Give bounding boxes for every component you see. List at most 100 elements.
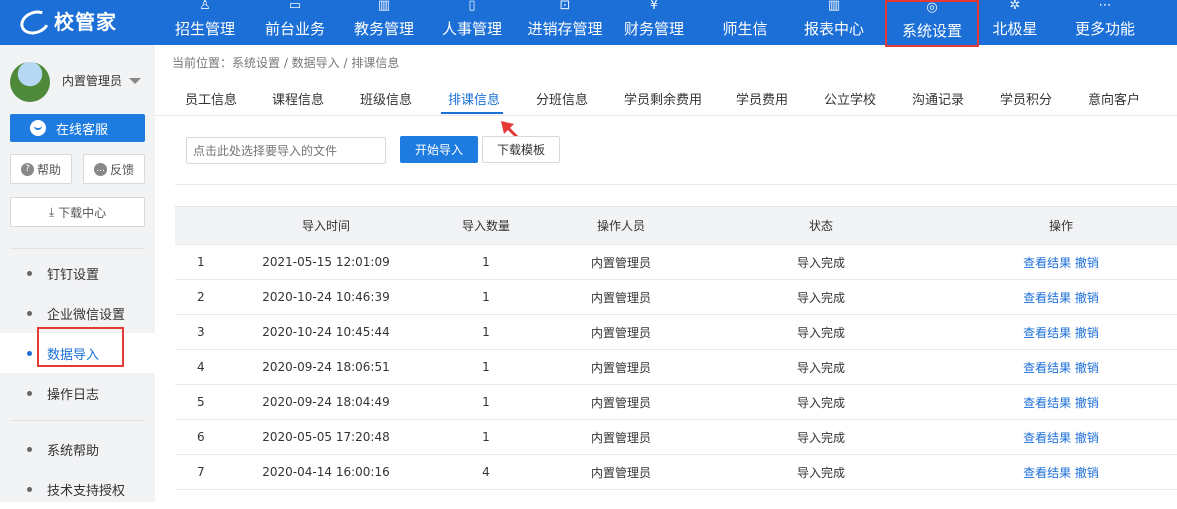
start-import-button[interactable]: 开始导入: [400, 136, 478, 163]
feedback-icon: …: [93, 162, 107, 176]
undo-link[interactable]: 撤销: [1075, 431, 1099, 445]
tab-points[interactable]: 学员积分: [1000, 89, 1052, 108]
undo-link[interactable]: 撤销: [1075, 326, 1099, 340]
download-template-button[interactable]: 下载模板: [482, 136, 560, 163]
book-icon: ▥: [377, 0, 391, 13]
bullet-icon: [27, 446, 32, 452]
sidebar-item-system-help[interactable]: 系统帮助: [0, 429, 155, 469]
undo-link[interactable]: 撤销: [1075, 291, 1099, 305]
import-time: 2020-04-14 16:00:16: [225, 454, 427, 490]
tab-class-assignment[interactable]: 分班信息: [536, 89, 588, 108]
import-count: 4: [427, 454, 545, 490]
nav-item-front-desk[interactable]: ▭ 前台业务: [255, 0, 335, 45]
column-header-operator: 操作人员: [545, 206, 697, 245]
tab-schedule[interactable]: 排课信息: [448, 89, 500, 108]
tab-prospects[interactable]: 意向客户: [1088, 89, 1140, 108]
nav-item-messaging[interactable]: 师生信: [706, 0, 784, 45]
import-time: 2020-10-24 10:46:39: [225, 279, 427, 315]
sidebar: 内置管理员 在线客服 ? 帮助 … 反馈 ⤓ 下载中心 钉钉设置 企业微信设置 …: [0, 45, 155, 502]
undo-link[interactable]: 撤销: [1075, 396, 1099, 410]
undo-link[interactable]: 撤销: [1075, 361, 1099, 375]
undo-link[interactable]: 撤销: [1075, 256, 1099, 270]
username[interactable]: 内置管理员: [62, 72, 122, 89]
view-result-link[interactable]: 查看结果: [1023, 256, 1071, 270]
tab-classes[interactable]: 班级信息: [360, 89, 412, 108]
avatar[interactable]: [10, 62, 50, 102]
bullet-icon: [27, 350, 32, 356]
star-icon: ✲: [1009, 0, 1021, 13]
operator: 内置管理员: [545, 454, 697, 490]
tab-remaining-fees[interactable]: 学员剩余费用: [624, 89, 702, 108]
operator: 内置管理员: [545, 384, 697, 420]
chevron-down-icon[interactable]: [129, 78, 141, 84]
row-index: 1: [175, 244, 225, 280]
tab-courses[interactable]: 课程信息: [272, 89, 324, 108]
nav-item-recruitment[interactable]: ♙ 招生管理: [165, 0, 245, 45]
sidebar-item-tech-support[interactable]: 技术支持授权: [0, 469, 155, 509]
nav-item-hr[interactable]: ▯ 人事管理: [432, 0, 512, 45]
import-history-table: 导入时间 导入数量 操作人员 状态 操作 1 2021-05-15 12:01:…: [175, 206, 1177, 490]
import-time: 2021-05-15 12:01:09: [225, 244, 427, 280]
view-result-link[interactable]: 查看结果: [1023, 466, 1071, 480]
column-header-actions: 操作: [945, 206, 1177, 245]
tab-communication[interactable]: 沟通记录: [912, 89, 964, 108]
tab-staff[interactable]: 员工信息: [185, 89, 237, 108]
table-row: 1 2021-05-15 12:01:09 1 内置管理员 导入完成 查看结果 …: [175, 244, 1177, 280]
online-service-button[interactable]: 在线客服: [10, 114, 145, 142]
nav-item-polaris[interactable]: ✲ 北极星: [984, 0, 1046, 45]
tab-public-schools[interactable]: 公立学校: [824, 89, 876, 108]
status: 导入完成: [697, 279, 945, 315]
status: 导入完成: [697, 454, 945, 490]
undo-link[interactable]: 撤销: [1075, 466, 1099, 480]
download-center-button[interactable]: ⤓ 下载中心: [10, 197, 145, 227]
actions-cell: 查看结果 撤销: [945, 349, 1177, 385]
desk-icon: ▭: [288, 0, 302, 13]
import-time: 2020-09-24 18:04:49: [225, 384, 427, 420]
logo-text: 校管家: [54, 9, 117, 34]
table-row: 5 2020-09-24 18:04:49 1 内置管理员 导入完成 查看结果 …: [175, 384, 1177, 420]
file-select-input[interactable]: [186, 137, 386, 164]
sidebar-item-dingtalk[interactable]: 钉钉设置: [0, 253, 155, 293]
help-button[interactable]: ? 帮助: [10, 154, 72, 184]
column-header-index: [175, 206, 225, 245]
row-index: 6: [175, 419, 225, 455]
view-result-link[interactable]: 查看结果: [1023, 361, 1071, 375]
feedback-button[interactable]: … 反馈: [83, 154, 145, 184]
tab-student-fees[interactable]: 学员费用: [736, 89, 788, 108]
bullet-icon: [27, 390, 32, 396]
actions-cell: 查看结果 撤销: [945, 419, 1177, 455]
view-result-link[interactable]: 查看结果: [1023, 431, 1071, 445]
column-header-time: 导入时间: [225, 206, 427, 245]
nav-item-more[interactable]: ⋯ 更多功能: [1066, 0, 1144, 45]
row-index: 7: [175, 454, 225, 490]
settings-icon: ◎: [926, 0, 938, 15]
question-icon: ?: [20, 162, 34, 176]
table-row: 4 2020-09-24 18:06:51 1 内置管理员 导入完成 查看结果 …: [175, 349, 1177, 385]
import-time: 2020-05-05 17:20:48: [225, 419, 427, 455]
highlight-box: [37, 327, 124, 367]
row-index: 5: [175, 384, 225, 420]
view-result-link[interactable]: 查看结果: [1023, 291, 1071, 305]
import-count: 1: [427, 279, 545, 315]
operator: 内置管理员: [545, 314, 697, 350]
nav-item-academic[interactable]: ▥ 教务管理: [344, 0, 424, 45]
top-navigation-bar: 校管家 ♙ 招生管理 ▭ 前台业务 ▥ 教务管理 ▯ 人事管理 ⊡ 进销存管理 …: [0, 0, 1177, 47]
column-header-status: 状态: [697, 206, 945, 245]
table-row: 2 2020-10-24 10:46:39 1 内置管理员 导入完成 查看结果 …: [175, 279, 1177, 315]
nav-item-system-settings[interactable]: ◎ 系统设置: [885, 0, 979, 47]
table-row: 7 2020-04-14 16:00:16 4 内置管理员 导入完成 查看结果 …: [175, 454, 1177, 490]
row-index: 2: [175, 279, 225, 315]
view-result-link[interactable]: 查看结果: [1023, 396, 1071, 410]
column-header-count: 导入数量: [427, 206, 545, 245]
import-time: 2020-09-24 18:06:51: [225, 349, 427, 385]
view-result-link[interactable]: 查看结果: [1023, 326, 1071, 340]
actions-cell: 查看结果 撤销: [945, 279, 1177, 315]
sidebar-item-operation-log[interactable]: 操作日志: [0, 373, 155, 413]
nav-item-inventory[interactable]: ⊡ 进销存管理: [522, 0, 608, 45]
app-logo[interactable]: 校管家: [18, 4, 117, 36]
nav-item-finance[interactable]: ¥ 财务管理: [614, 0, 694, 45]
chat-icon: [30, 120, 46, 136]
actions-cell: 查看结果 撤销: [945, 454, 1177, 490]
message-icon: [706, 0, 784, 14]
nav-item-reports[interactable]: ▥ 报表中心: [795, 0, 873, 45]
